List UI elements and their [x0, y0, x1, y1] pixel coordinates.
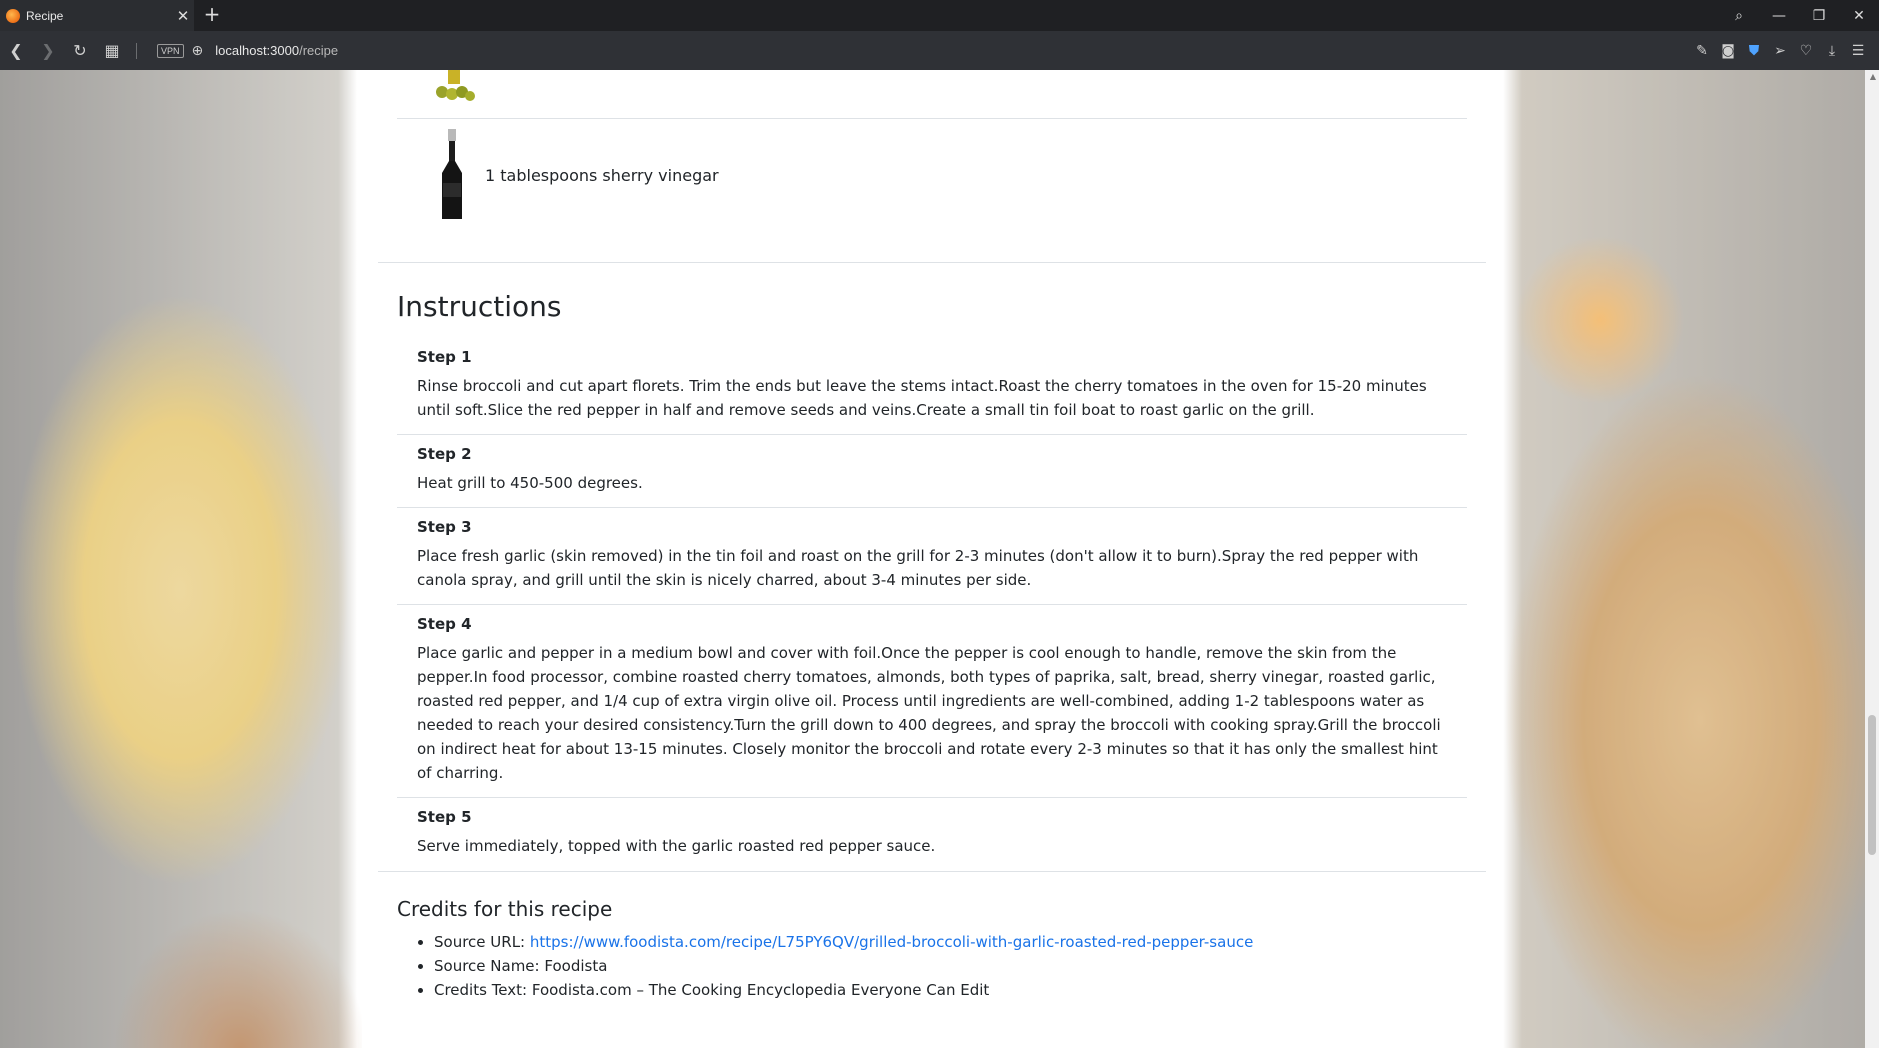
tab-title: Recipe: [26, 8, 64, 23]
page-viewport: 1 tablespoons sherry vinegar Instruction…: [0, 70, 1879, 1048]
step-text: Place garlic and pepper in a medium bowl…: [417, 644, 1441, 782]
back-icon[interactable]: ❮: [0, 41, 32, 60]
scroll-up-icon[interactable]: ▲: [1870, 72, 1876, 81]
step-item: Step 2 Heat grill to 450-500 degrees.: [397, 435, 1467, 508]
source-name-value: Foodista: [544, 957, 608, 975]
browser-tab-bar: Recipe ✕ + ⌕ — ❐ ✕: [0, 0, 1879, 31]
step-item: Step 5 Serve immediately, topped with th…: [397, 798, 1467, 870]
vinegar-bottle-image: [442, 129, 462, 219]
reload-icon[interactable]: ↻: [64, 41, 96, 60]
credits-text-value: Foodista.com – The Cooking Encyclopedia …: [531, 981, 990, 999]
steps-list: Step 1 Rinse broccoli and cut apart flor…: [397, 338, 1467, 870]
edit-icon[interactable]: ✎: [1689, 43, 1715, 59]
credit-source-url: Source URL: https://www.foodista.com/rec…: [434, 930, 1253, 954]
section-divider: [378, 262, 1486, 263]
globe-icon: ⊕: [191, 42, 204, 59]
tabs-grid-icon[interactable]: ▦: [96, 41, 128, 60]
ingredient-text: 1 tablespoons sherry vinegar: [485, 165, 719, 185]
forward-icon[interactable]: ❯: [32, 41, 64, 60]
step-title: Step 3: [417, 518, 472, 536]
minimize-button[interactable]: —: [1759, 8, 1799, 24]
url-path: /recipe: [299, 43, 339, 58]
section-divider: [378, 871, 1486, 872]
credits-list: Source URL: https://www.foodista.com/rec…: [434, 930, 1253, 1002]
instructions-title: Instructions: [397, 290, 562, 323]
credits-text-label: Credits Text:: [434, 981, 532, 999]
search-icon[interactable]: ⌕: [1719, 8, 1759, 24]
scrollbar-thumb[interactable]: [1868, 715, 1876, 855]
step-title: Step 5: [417, 808, 472, 826]
favicon-icon: [6, 8, 20, 23]
url-field[interactable]: localhost:3000/recipe: [215, 43, 338, 58]
address-bar: ❮ ❯ ↻ ▦ VPN ⊕ localhost:3000/recipe ✎ ◙ …: [0, 31, 1879, 70]
credit-source-name: Source Name: Foodista: [434, 954, 1253, 978]
step-text: Rinse broccoli and cut apart florets. Tr…: [417, 377, 1427, 419]
step-text: Serve immediately, topped with the garli…: [417, 837, 936, 855]
close-window-button[interactable]: ✕: [1839, 8, 1879, 24]
source-name-label: Source Name:: [434, 957, 545, 975]
menu-icon[interactable]: ☰: [1845, 43, 1871, 59]
url-host: localhost:3000: [215, 43, 300, 58]
vpn-badge[interactable]: VPN: [157, 43, 184, 58]
source-url-label: Source URL:: [434, 933, 530, 951]
step-item: Step 4 Place garlic and pepper in a medi…: [397, 605, 1467, 798]
step-text: Place fresh garlic (skin removed) in the…: [417, 547, 1419, 589]
heart-icon[interactable]: ♡: [1793, 43, 1819, 59]
scrollbar[interactable]: [1865, 70, 1879, 1048]
restore-button[interactable]: ❐: [1799, 8, 1839, 24]
step-title: Step 4: [417, 615, 472, 633]
separator: [136, 42, 137, 59]
step-title: Step 1: [417, 348, 472, 366]
source-url-link[interactable]: https://www.foodista.com/recipe/L75PY6QV…: [530, 933, 1253, 951]
credit-credits-text: Credits Text: Foodista.com – The Cooking…: [434, 978, 1253, 1002]
step-item: Step 1 Rinse broccoli and cut apart flor…: [397, 338, 1467, 435]
download-icon[interactable]: ⤓: [1819, 43, 1845, 59]
send-icon[interactable]: ➢: [1767, 43, 1793, 59]
browser-tab[interactable]: Recipe ✕: [0, 0, 194, 31]
toolbar-icons: ✎ ◙ ⛊ ➢ ♡ ⤓ ☰: [1689, 31, 1871, 70]
new-tab-button[interactable]: +: [200, 2, 224, 26]
step-title: Step 2: [417, 445, 472, 463]
camera-icon[interactable]: ◙: [1715, 43, 1741, 59]
recipe-card: 1 tablespoons sherry vinegar Instruction…: [362, 70, 1502, 1048]
credits-title: Credits for this recipe: [397, 897, 613, 921]
window-controls: ⌕ — ❐ ✕: [1719, 0, 1879, 31]
step-text: Heat grill to 450-500 degrees.: [417, 474, 643, 492]
shield-icon[interactable]: ⛊: [1741, 43, 1767, 59]
ingredient-item: 1 tablespoons sherry vinegar: [397, 118, 1467, 232]
tab-close-icon[interactable]: ✕: [172, 7, 194, 25]
olive-oil-image: [436, 70, 475, 101]
step-item: Step 3 Place fresh garlic (skin removed)…: [397, 508, 1467, 605]
